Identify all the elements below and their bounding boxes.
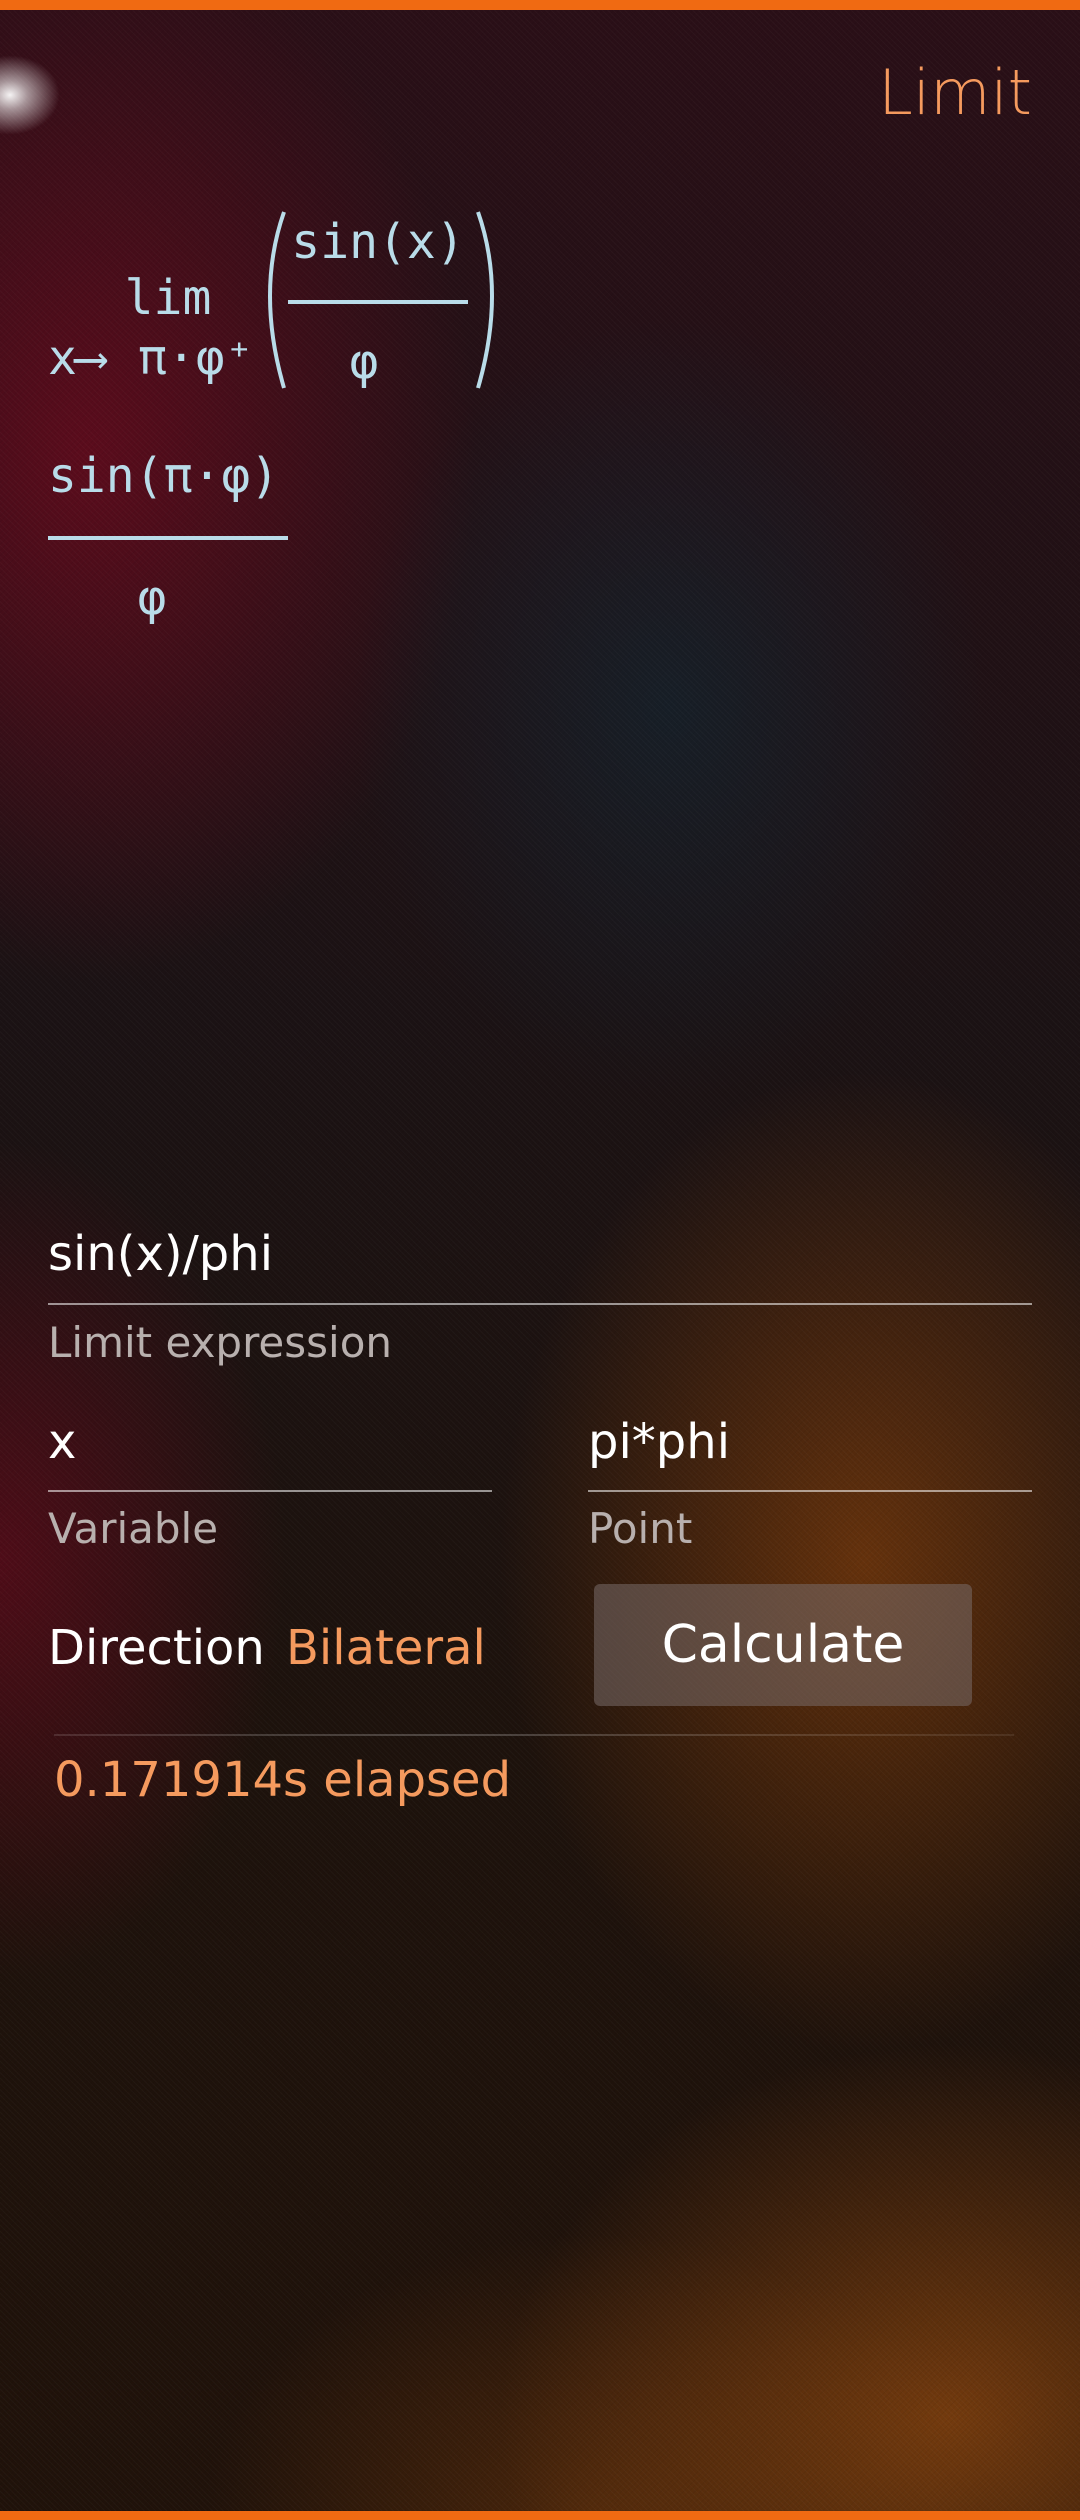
elapsed-time: 0.171914s elapsed — [54, 1752, 512, 1808]
separator — [54, 1734, 1014, 1736]
page-title: Limit — [878, 56, 1032, 129]
direction-value[interactable]: Bilateral — [286, 1620, 486, 1676]
left-paren — [268, 211, 286, 389]
top-accent-bar — [0, 0, 1080, 10]
direction-label[interactable]: Direction — [48, 1620, 265, 1676]
fraction-numerator: sin(x) — [291, 214, 464, 270]
limit-formula: lim x ⟶ π·φ⁺ sin(x) φ — [48, 211, 494, 390]
expression-label: Limit expression — [48, 1318, 393, 1367]
variable-label: Variable — [48, 1504, 219, 1553]
result-numerator: sin(π·φ) — [48, 450, 279, 504]
expression-input[interactable]: sin(x)/phi — [48, 1226, 273, 1282]
result-denominator: φ — [138, 570, 167, 626]
calculate-button[interactable]: Calculate — [594, 1584, 972, 1706]
lim-label: lim — [125, 270, 212, 326]
right-paren — [476, 211, 494, 389]
expression-underline — [48, 1303, 1032, 1305]
approach-arrow: ⟶ — [73, 330, 108, 386]
result-formula: sin(π·φ) φ — [48, 450, 288, 626]
variable-underline — [48, 1490, 492, 1492]
point-input[interactable]: pi*phi — [588, 1414, 730, 1470]
approach-variable: x — [48, 330, 77, 386]
bottom-accent-bar — [0, 2511, 1080, 2520]
approach-point: π·φ⁺ — [138, 330, 254, 386]
fraction-denominator: φ — [350, 334, 379, 390]
pulley-menu-indicator — [0, 55, 60, 135]
variable-input[interactable]: x — [48, 1414, 76, 1470]
point-underline — [588, 1490, 1032, 1492]
point-label: Point — [588, 1504, 693, 1553]
